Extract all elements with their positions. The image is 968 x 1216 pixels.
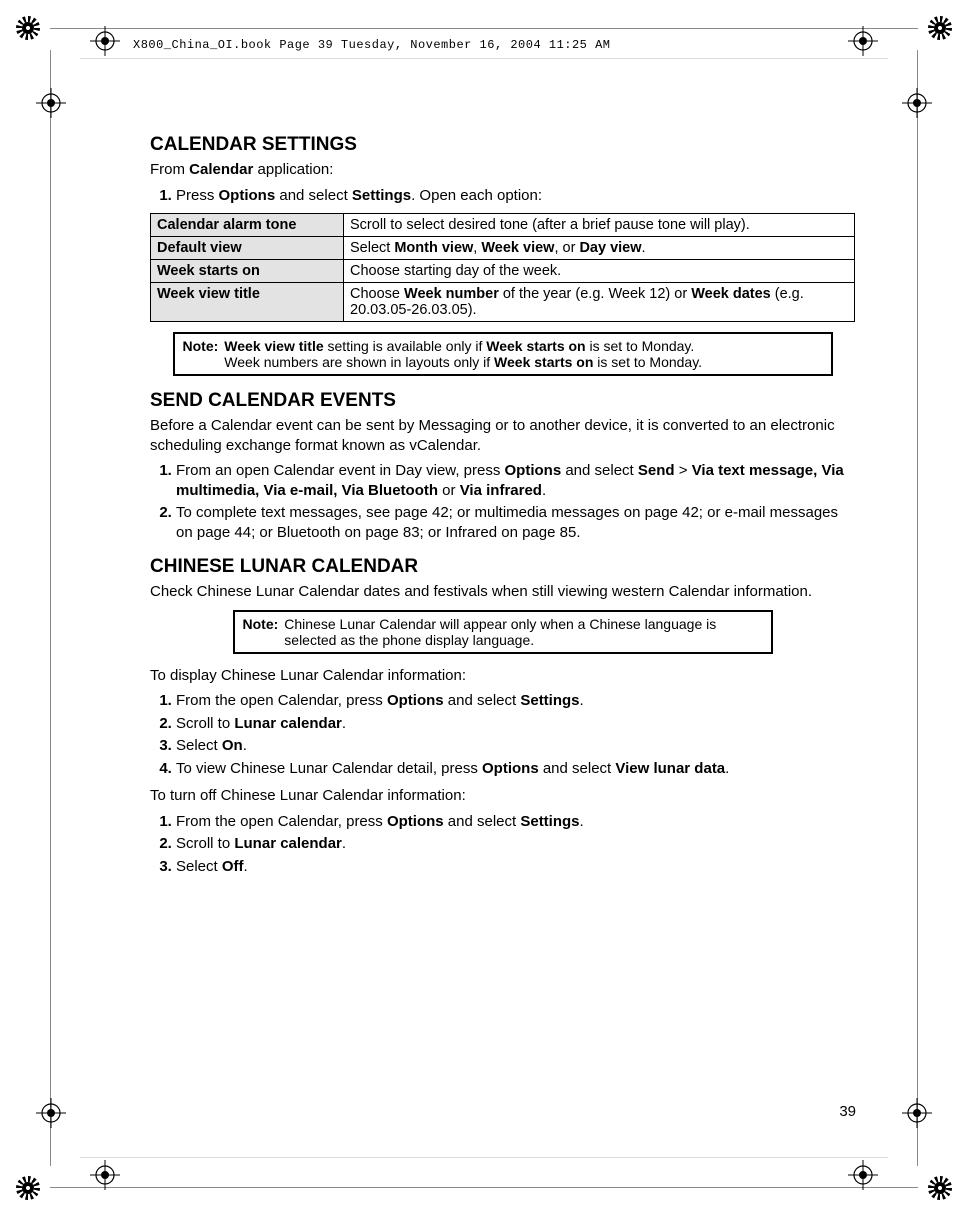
registration-mark-icon <box>16 1176 40 1200</box>
table-desc: Select Month view, Week view, or Day vie… <box>344 237 855 260</box>
crosshair-icon <box>90 26 120 56</box>
page-content: CALENDAR SETTINGS From Calendar applicat… <box>150 120 855 884</box>
settings-table: Calendar alarm tone Scroll to select des… <box>150 213 855 322</box>
list-item: From the open Calendar, press Options an… <box>176 691 855 711</box>
page-header: X800_China_OI.book Page 39 Tuesday, Nove… <box>133 38 610 52</box>
table-label: Default view <box>151 237 344 260</box>
crop-line <box>80 1157 888 1158</box>
crop-line <box>917 50 918 1166</box>
intro-text: To turn off Chinese Lunar Calendar infor… <box>150 786 855 806</box>
list-item: Scroll to Lunar calendar. <box>176 714 855 734</box>
crosshair-icon <box>36 88 66 118</box>
crosshair-icon <box>902 88 932 118</box>
intro-text: To display Chinese Lunar Calendar inform… <box>150 666 855 686</box>
steps-list: From the open Calendar, press Options an… <box>150 812 855 877</box>
note-label: Note: <box>183 338 219 370</box>
note-text: Chinese Lunar Calendar will appear only … <box>284 616 762 648</box>
table-row: Week starts on Choose starting day of th… <box>151 260 855 283</box>
list-item: To complete text messages, see page 42; … <box>176 503 855 542</box>
table-desc: Choose Week number of the year (e.g. Wee… <box>344 283 855 322</box>
page-number: 39 <box>839 1103 856 1120</box>
heading-send-events: SEND CALENDAR EVENTS <box>150 390 855 412</box>
crop-line <box>80 58 888 59</box>
note-box: Note: Week view title setting is availab… <box>173 332 833 376</box>
table-row: Default view Select Month view, Week vie… <box>151 237 855 260</box>
crosshair-icon <box>902 1098 932 1128</box>
steps-list: From the open Calendar, press Options an… <box>150 691 855 778</box>
heading-lunar: CHINESE LUNAR CALENDAR <box>150 556 855 578</box>
table-desc: Choose starting day of the week. <box>344 260 855 283</box>
crosshair-icon <box>90 1160 120 1190</box>
intro-text: From Calendar application: <box>150 160 855 180</box>
heading-calendar-settings: CALENDAR SETTINGS <box>150 134 855 156</box>
note-label: Note: <box>243 616 279 648</box>
steps-list: From an open Calendar event in Day view,… <box>150 461 855 542</box>
registration-mark-icon <box>16 16 40 40</box>
list-item: From the open Calendar, press Options an… <box>176 812 855 832</box>
crop-line <box>50 1187 918 1188</box>
crosshair-icon <box>36 1098 66 1128</box>
list-item: To view Chinese Lunar Calendar detail, p… <box>176 759 855 779</box>
crop-line <box>50 28 918 29</box>
list-item: Select On. <box>176 736 855 756</box>
crop-line <box>50 50 51 1166</box>
steps-list: Press Options and select Settings. Open … <box>150 186 855 206</box>
list-item: Scroll to Lunar calendar. <box>176 834 855 854</box>
list-item: From an open Calendar event in Day view,… <box>176 461 855 500</box>
crosshair-icon <box>848 1160 878 1190</box>
registration-mark-icon <box>928 1176 952 1200</box>
list-item: Press Options and select Settings. Open … <box>176 186 855 206</box>
table-row: Week view title Choose Week number of th… <box>151 283 855 322</box>
note-text: Week view title setting is available onl… <box>224 338 702 370</box>
table-label: Week starts on <box>151 260 344 283</box>
registration-mark-icon <box>928 16 952 40</box>
note-box: Note: Chinese Lunar Calendar will appear… <box>233 610 773 654</box>
intro-text: Check Chinese Lunar Calendar dates and f… <box>150 582 855 602</box>
table-row: Calendar alarm tone Scroll to select des… <box>151 214 855 237</box>
crosshair-icon <box>848 26 878 56</box>
intro-text: Before a Calendar event can be sent by M… <box>150 416 855 455</box>
table-label: Week view title <box>151 283 344 322</box>
table-desc: Scroll to select desired tone (after a b… <box>344 214 855 237</box>
list-item: Select Off. <box>176 857 855 877</box>
table-label: Calendar alarm tone <box>151 214 344 237</box>
